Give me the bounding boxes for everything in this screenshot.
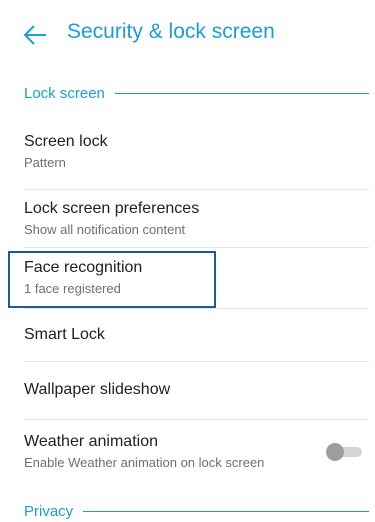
back-arrow-icon[interactable] xyxy=(22,22,48,48)
setting-screen-lock[interactable]: Screen lock Pattern xyxy=(24,133,369,190)
setting-title: Weather animation xyxy=(24,433,158,450)
section-label: Lock screen xyxy=(24,85,105,102)
setting-subtitle: 1 face registered xyxy=(24,281,121,296)
setting-title: Wallpaper slideshow xyxy=(24,381,171,398)
setting-title: Face recognition xyxy=(24,259,143,276)
setting-wallpaper-slideshow[interactable]: Wallpaper slideshow xyxy=(24,381,369,420)
section-header-lock-screen: Lock screen xyxy=(24,85,369,102)
setting-title: Screen lock xyxy=(24,133,108,150)
toggle-knob xyxy=(326,443,344,461)
section-divider xyxy=(114,93,369,94)
setting-title: Lock screen preferences xyxy=(24,200,200,217)
setting-title: Smart Lock xyxy=(24,326,105,343)
weather-animation-toggle[interactable] xyxy=(326,443,362,461)
setting-subtitle: Pattern xyxy=(24,155,66,170)
setting-smart-lock[interactable]: Smart Lock xyxy=(24,326,369,362)
page-title: Security & lock screen xyxy=(67,20,275,43)
setting-face-recognition[interactable]: Face recognition 1 face registered xyxy=(24,259,369,309)
app-bar: Security & lock screen xyxy=(0,0,375,70)
setting-subtitle: Show all notification content xyxy=(24,222,186,237)
section-header-privacy: Privacy xyxy=(24,503,369,520)
section-label: Privacy xyxy=(24,503,74,520)
setting-weather-animation[interactable]: Weather animation Enable Weather animati… xyxy=(24,433,369,483)
setting-subtitle: Enable Weather animation on lock screen xyxy=(24,455,265,470)
section-divider xyxy=(83,511,369,512)
setting-lock-screen-preferences[interactable]: Lock screen preferences Show all notific… xyxy=(24,200,369,248)
